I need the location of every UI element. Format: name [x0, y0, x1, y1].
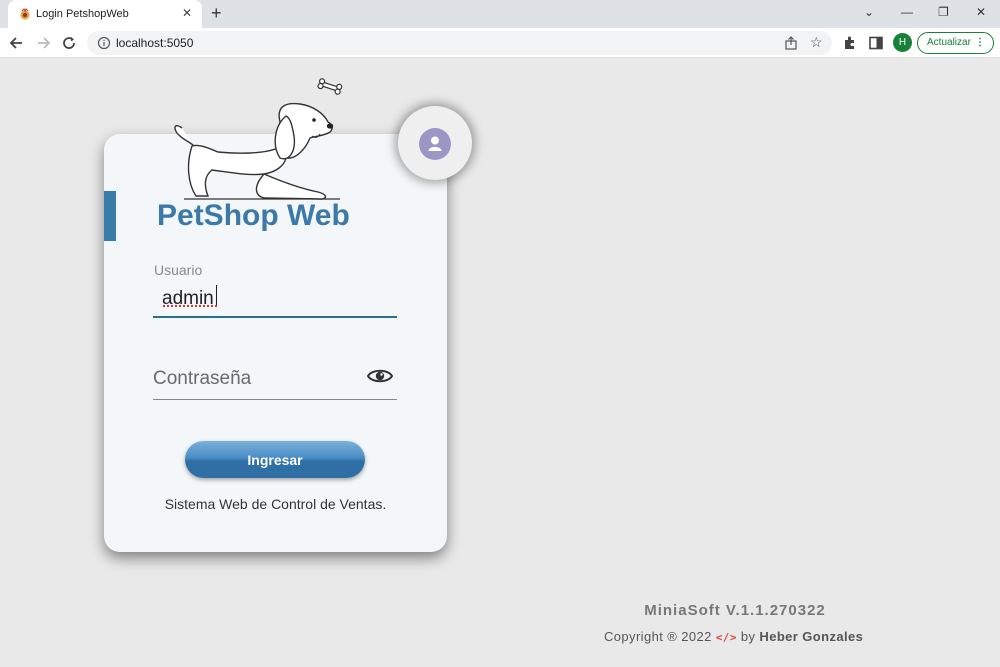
favicon-icon — [20, 8, 30, 20]
dog-illustration — [174, 78, 343, 200]
version-label: MiniaSoft V.1.1.270322 — [644, 602, 826, 619]
user-avatar-icon — [419, 128, 451, 160]
update-label: Actualizar — [927, 37, 971, 48]
menu-dots-icon[interactable]: ⋮ — [975, 33, 985, 53]
code-icon: </> — [715, 631, 737, 644]
tab-title: Login PetshopWeb — [36, 8, 129, 20]
author-name: Heber Gonzales — [759, 629, 864, 644]
card-accent-bar — [104, 191, 116, 241]
share-icon[interactable] — [784, 36, 798, 50]
tagline: Sistema Web de Control de Ventas. — [164, 496, 387, 512]
info-icon[interactable] — [97, 36, 111, 50]
bone-icon — [317, 78, 343, 95]
new-tab-button[interactable]: + — [211, 3, 222, 23]
username-label: Usuario — [154, 262, 203, 278]
back-arrow-icon[interactable] — [7, 33, 27, 53]
tab-close-icon[interactable]: ✕ — [182, 6, 192, 20]
username-input[interactable] — [153, 280, 397, 318]
browser-toolbar: localhost:5050 ☆ H Actualizar ⋮ — [0, 28, 1000, 58]
star-icon[interactable]: ☆ — [810, 35, 823, 50]
brand-title: PetShop Web — [157, 199, 350, 232]
copyright-line: Copyright ® 2022 </> by Heber Gonzales — [604, 629, 863, 644]
extensions-icon[interactable] — [842, 35, 858, 51]
address-bar[interactable]: localhost:5050 ☆ — [87, 31, 832, 55]
text-caret — [216, 285, 217, 305]
profile-avatar[interactable]: H — [893, 33, 912, 52]
tab-search-icon[interactable]: ⌄ — [864, 5, 874, 19]
eye-icon[interactable] — [367, 366, 393, 386]
minimize-button[interactable]: — — [901, 5, 913, 19]
copyright-by: by — [740, 629, 756, 644]
restore-button[interactable]: ❐ — [938, 5, 949, 19]
url-text[interactable]: localhost:5050 — [116, 36, 193, 50]
sidepanel-icon[interactable] — [868, 35, 884, 51]
spellcheck-underline — [163, 305, 217, 307]
password-input[interactable] — [153, 358, 397, 400]
avatar-badge — [398, 106, 472, 180]
tab-strip: Login PetshopWeb ✕ + ⌄ — ❐ ✕ — [0, 0, 1000, 28]
copyright-text: Copyright ® 2022 — [604, 629, 712, 644]
forward-arrow-icon[interactable] — [33, 33, 53, 53]
reload-icon[interactable] — [59, 33, 79, 53]
window-close-button[interactable]: ✕ — [976, 5, 986, 19]
update-button[interactable]: Actualizar ⋮ — [917, 32, 994, 54]
login-button[interactable]: Ingresar — [185, 441, 365, 478]
browser-tab[interactable]: Login PetshopWeb ✕ — [8, 0, 202, 28]
